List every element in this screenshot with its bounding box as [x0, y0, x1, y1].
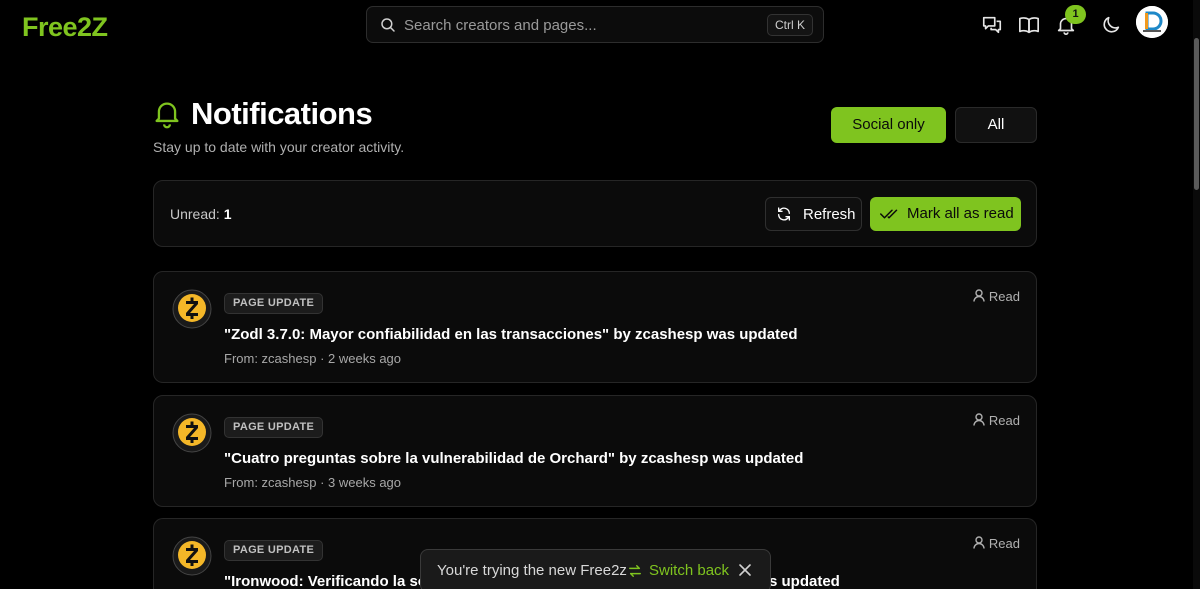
notification-title[interactable]: "Cuatro preguntas sobre la vulnerabilida…: [224, 450, 803, 467]
zcash-logo-icon: [172, 536, 212, 576]
mark-all-read-button[interactable]: Mark all as read: [870, 197, 1021, 231]
mark-all-read-label: Mark all as read: [907, 205, 1014, 222]
search-input[interactable]: Search creators and pages...: [404, 17, 597, 34]
moon-icon[interactable]: [1100, 14, 1122, 36]
unread-count: 1: [223, 206, 232, 222]
unread-summary: Unread: 1: [170, 206, 232, 222]
bell-icon: [155, 102, 179, 129]
double-check-icon: [880, 209, 898, 219]
refresh-button[interactable]: Refresh: [765, 197, 862, 231]
notification-title[interactable]: "Zodl 3.7.0: Mayor confiabilidad en las …: [224, 326, 798, 343]
notification-count-badge: 1: [1065, 5, 1086, 24]
unread-toolbar: Unread: 1 Refresh Mark all as read: [153, 180, 1037, 247]
zcash-logo-icon: [172, 289, 212, 329]
search-bar[interactable]: Search creators and pages... Ctrl K: [366, 6, 824, 43]
filter-all-button[interactable]: All: [955, 107, 1037, 143]
chat-icon[interactable]: [981, 14, 1003, 36]
read-status: Read: [973, 413, 1020, 428]
notification-card[interactable]: PAGE UPDATE "Cuatro preguntas sobre la v…: [153, 395, 1037, 507]
avatar[interactable]: [1136, 6, 1168, 38]
read-status-label: Read: [988, 289, 1020, 304]
toast-banner: You're trying the new Free2z Switch back: [420, 549, 771, 589]
refresh-icon: [778, 207, 790, 221]
user-icon: [973, 413, 985, 426]
swap-arrows-icon: [629, 565, 641, 577]
notification-card[interactable]: PAGE UPDATE "Zodl 3.7.0: Mayor confiabil…: [153, 271, 1037, 383]
close-icon[interactable]: [738, 563, 752, 577]
read-status-label: Read: [988, 413, 1020, 428]
toast-message: You're trying the new Free2z: [437, 562, 627, 579]
page-subtitle: Stay up to date with your creator activi…: [153, 139, 405, 155]
search-shortcut-hint: Ctrl K: [767, 14, 813, 36]
switch-back-link[interactable]: Switch back: [649, 562, 729, 579]
read-status: Read: [973, 536, 1020, 551]
user-icon: [973, 536, 985, 549]
notification-title[interactable]: "Ironwood: Verificando la solic: [224, 573, 444, 589]
refresh-label: Refresh: [803, 206, 856, 223]
unread-label: Unread:: [170, 206, 220, 222]
logo[interactable]: Free2Z: [22, 12, 108, 43]
search-icon: [381, 18, 395, 32]
scrollbar[interactable]: [1193, 0, 1200, 589]
read-status: Read: [973, 289, 1020, 304]
user-icon: [973, 289, 985, 302]
type-badge: PAGE UPDATE: [224, 293, 324, 314]
type-badge: PAGE UPDATE: [224, 540, 324, 561]
notification-meta: From: zcashesp · 2 weeks ago: [224, 351, 402, 366]
type-badge: PAGE UPDATE: [224, 417, 324, 438]
top-bar: Free2Z Search creators and pages... Ctrl…: [0, 0, 1200, 52]
page-title: Notifications: [191, 96, 373, 131]
notification-meta: From: zcashesp · 3 weeks ago: [224, 475, 402, 490]
avatar-logo-icon: [1136, 6, 1168, 38]
filter-social-only-button[interactable]: Social only: [831, 107, 946, 143]
read-status-label: Read: [988, 536, 1020, 551]
scrollbar-thumb[interactable]: [1194, 38, 1199, 190]
book-icon[interactable]: [1018, 14, 1040, 36]
notification-title-tail: s updated: [769, 573, 840, 589]
zcash-logo-icon: [172, 413, 212, 453]
